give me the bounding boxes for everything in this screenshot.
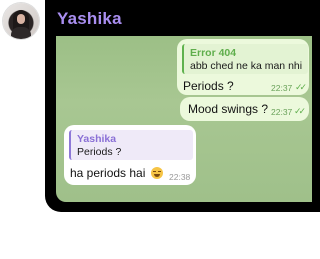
reply-text: Periods ? [77,146,122,158]
message-card: Yashika Error 404 abb ched ne ka man nhi… [45,0,320,212]
message-text-row: ha periods hai [70,166,163,180]
contact-avatar[interactable] [3,3,39,39]
reply-quote[interactable]: Yashika Periods ? [69,130,193,160]
message-text: ha periods hai [70,166,146,180]
message-bubble-outgoing[interactable]: Error 404 abb ched ne ka man nhi Periods… [177,39,309,95]
message-time: 22:37 [271,107,293,117]
reply-author: Yashika [77,133,117,145]
message-text: Periods ? [183,79,234,93]
reply-author: Error 404 [190,47,237,59]
chat-area: Error 404 abb ched ne ka man nhi Periods… [56,36,312,202]
avatar-face [17,14,25,24]
message-bubble-incoming[interactable]: Yashika Periods ? ha periods hai 22:38 [64,125,196,185]
message-time: 22:37 [271,83,293,93]
message-time: 22:38 [169,172,191,182]
read-check-icon: ✓✓ [294,106,306,116]
contact-name: Yashika [57,9,122,28]
reply-quote[interactable]: Error 404 abb ched ne ka man nhi [182,44,308,74]
reply-text: abb ched ne ka man nhi [190,60,303,72]
message-bubble-outgoing[interactable]: Mood swings ? 22:37 ✓✓ [180,97,309,121]
grinning-sweat-face-icon [150,167,163,179]
avatar-body [11,27,31,39]
message-text: Mood swings ? [188,102,269,116]
read-check-icon: ✓✓ [295,82,307,92]
